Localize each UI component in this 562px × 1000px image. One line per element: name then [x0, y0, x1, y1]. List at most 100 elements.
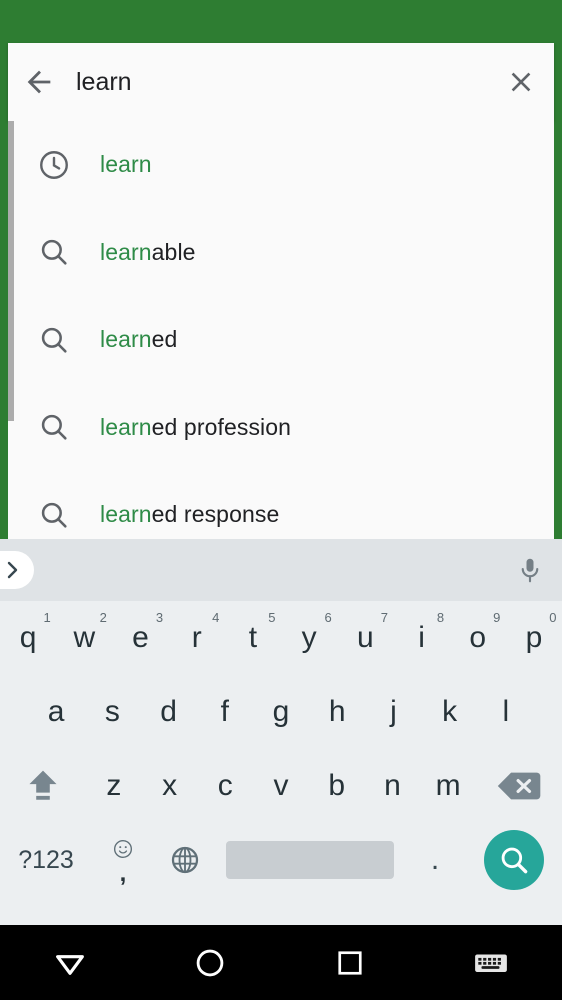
key-b[interactable]: b [309, 749, 365, 823]
key-r[interactable]: 4 r [169, 601, 225, 675]
home-circle-icon[interactable] [140, 946, 280, 980]
key-q-label: q [19, 621, 37, 654]
row2-left-pad [0, 675, 28, 749]
key-o[interactable]: 9 o [450, 601, 506, 675]
phone-screen: learn learnable [0, 0, 562, 1000]
key-o-label: o [469, 621, 487, 654]
suggestion-match: learn [100, 151, 152, 178]
key-e[interactable]: 3 e [112, 601, 168, 675]
recents-square-icon[interactable] [280, 947, 420, 979]
key-l[interactable]: l [478, 675, 534, 749]
key-r-label: r [191, 621, 202, 654]
key-j[interactable]: j [365, 675, 421, 749]
key-c-label: c [217, 769, 233, 802]
collapse-keyboard-triangle-icon[interactable] [0, 943, 140, 983]
keyboard-row-3: z x c v b n m [0, 749, 562, 823]
key-x-label: x [162, 769, 178, 802]
key-y-number: 6 [324, 610, 332, 625]
list-item[interactable]: learn [8, 121, 554, 209]
key-s[interactable]: s [84, 675, 140, 749]
key-w-number: 2 [99, 610, 107, 625]
suggestion-text: learnable [100, 239, 196, 266]
key-n[interactable]: n [365, 749, 421, 823]
list-item[interactable]: learned response [8, 471, 554, 539]
key-p[interactable]: 0 p [506, 601, 562, 675]
suggestion-text: learn [100, 151, 152, 178]
key-i-label: i [418, 621, 425, 654]
key-y[interactable]: 6 y [281, 601, 337, 675]
on-screen-keyboard: 1 q 2 w 3 e 4 r 5 t 6 y 7 u 8 i 9 o 0 p … [0, 539, 562, 925]
key-h[interactable]: h [309, 675, 365, 749]
key-m[interactable]: m [420, 749, 476, 823]
row2-right-pad [534, 675, 562, 749]
key-f-label: f [220, 695, 229, 728]
search-enter-key[interactable] [466, 830, 562, 890]
key-k-label: k [442, 695, 458, 728]
key-q[interactable]: 1 q [0, 601, 56, 675]
search-input[interactable] [70, 43, 488, 121]
key-e-number: 3 [155, 610, 164, 625]
space-bar-surface [226, 841, 394, 879]
key-a[interactable]: a [28, 675, 84, 749]
search-icon [8, 323, 100, 357]
emoji-comma-key[interactable]: , [92, 838, 154, 887]
list-item[interactable]: learned profession [8, 384, 554, 472]
key-f[interactable]: f [197, 675, 253, 749]
backspace-icon[interactable] [476, 749, 562, 823]
key-u-label: u [356, 621, 374, 654]
comma-key-label: , [119, 859, 127, 887]
suggestion-match: learn [100, 413, 152, 440]
list-item[interactable]: learnable [8, 209, 554, 297]
key-c[interactable]: c [197, 749, 253, 823]
keyboard-suggestion-strip [0, 539, 562, 601]
key-z-label: z [106, 769, 122, 802]
symbols-key[interactable]: ?123 [0, 846, 92, 875]
period-key[interactable]: . [404, 843, 466, 877]
key-e-label: e [132, 621, 149, 654]
key-g[interactable]: g [253, 675, 309, 749]
key-i[interactable]: 8 i [393, 601, 449, 675]
key-d[interactable]: d [140, 675, 196, 749]
period-key-label: . [430, 843, 440, 876]
search-icon [8, 498, 100, 532]
key-w[interactable]: 2 w [56, 601, 112, 675]
key-a-label: a [47, 695, 65, 728]
system-navigation-bar [0, 925, 562, 1000]
key-z[interactable]: z [86, 749, 142, 823]
keyboard-row-2: a s d f g h j k l [0, 675, 562, 749]
space-key[interactable] [216, 841, 404, 879]
key-x[interactable]: x [142, 749, 198, 823]
shift-arrow-icon[interactable] [0, 749, 86, 823]
key-v-label: v [273, 769, 289, 802]
suggestion-text: learned response [100, 501, 279, 528]
suggestion-match: learn [100, 501, 152, 528]
suggestion-match: learn [100, 238, 152, 265]
suggestion-text: learned [100, 326, 177, 353]
search-bar [8, 43, 554, 121]
list-item[interactable]: learned [8, 296, 554, 384]
key-o-number: 9 [493, 610, 501, 625]
keyboard-icon[interactable] [420, 949, 562, 977]
key-h-label: h [328, 695, 346, 728]
key-u[interactable]: 7 u [337, 601, 393, 675]
key-v[interactable]: v [253, 749, 309, 823]
key-t-number: 5 [268, 610, 276, 625]
suggestion-rest: able [151, 238, 196, 265]
key-d-label: d [160, 695, 177, 728]
globe-icon[interactable] [154, 844, 216, 876]
close-icon[interactable] [488, 43, 554, 121]
microphone-icon[interactable] [512, 552, 548, 588]
search-icon [8, 235, 100, 269]
back-arrow-icon[interactable] [8, 43, 70, 121]
key-g-label: g [272, 695, 290, 728]
key-k[interactable]: k [422, 675, 478, 749]
key-r-number: 4 [212, 610, 220, 625]
key-l-label: l [502, 695, 510, 728]
search-icon [8, 410, 100, 444]
key-w-label: w [73, 621, 96, 654]
suggestion-rest: ed profession [151, 413, 292, 440]
chevron-right-icon[interactable] [0, 551, 34, 589]
search-icon [484, 830, 544, 890]
key-t[interactable]: 5 t [225, 601, 281, 675]
key-p-number: 0 [549, 610, 557, 625]
